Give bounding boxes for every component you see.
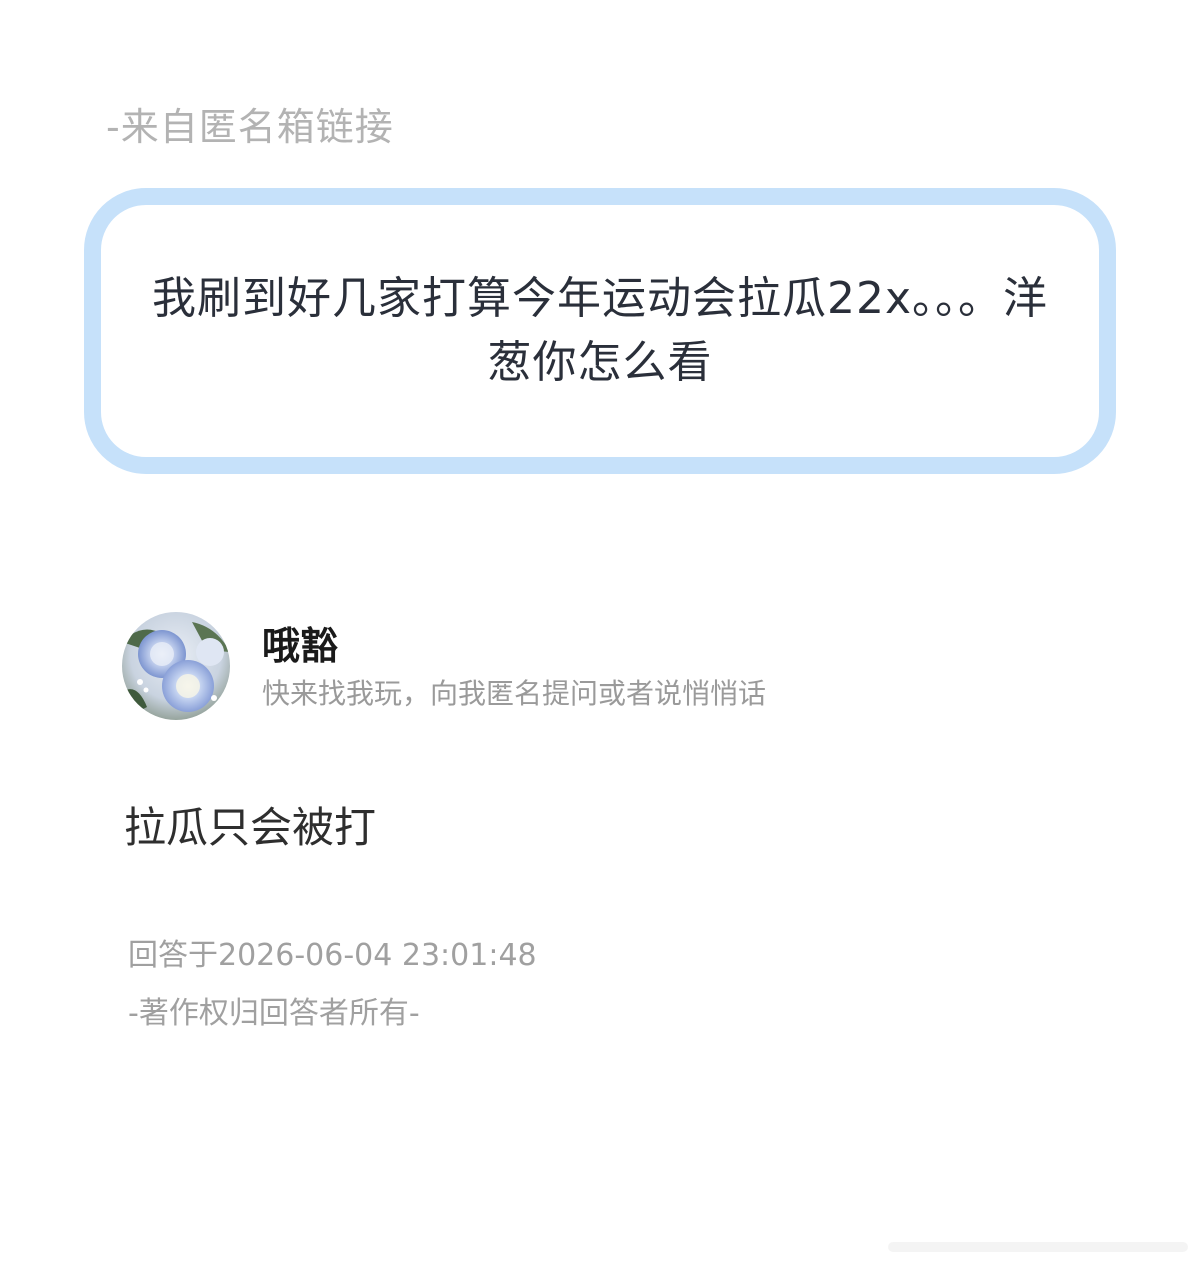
- avatar[interactable]: [122, 612, 230, 720]
- avatar-image: [122, 612, 230, 720]
- copyright-notice: -著作权归回答者所有-: [128, 996, 420, 1031]
- user-bio: 快来找我玩，向我匿名提问或者说悄悄话: [262, 677, 767, 710]
- source-label: -来自匿名箱链接: [106, 105, 394, 149]
- answer-text: 拉瓜只会被打: [124, 803, 377, 852]
- answer-timestamp: 回答于2026-06-04 23:01:48: [128, 938, 537, 973]
- user-name[interactable]: 哦豁: [262, 620, 338, 672]
- answer-share-card: -来自匿名箱链接 我刷到好几家打算今年运动会拉瓜22x。。。洋葱你怎么看 哦豁 …: [0, 0, 1200, 1272]
- question-text: 我刷到好几家打算今年运动会拉瓜22x。。。洋葱你怎么看: [151, 273, 1049, 388]
- watermark-decoration: [888, 1242, 1188, 1252]
- question-card: 我刷到好几家打算今年运动会拉瓜22x。。。洋葱你怎么看: [84, 188, 1116, 474]
